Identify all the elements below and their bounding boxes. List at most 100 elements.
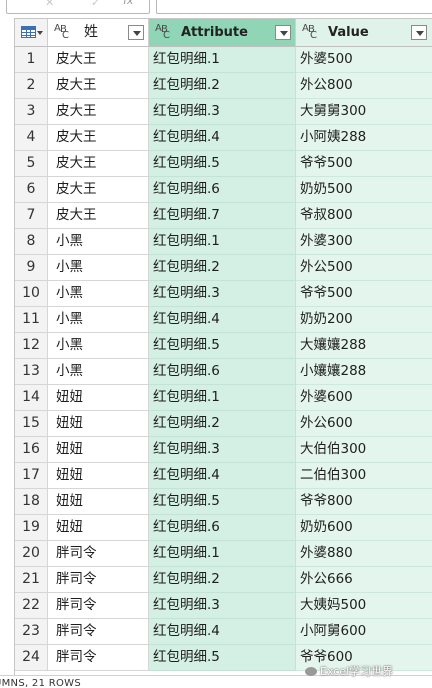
cell-value[interactable]: 外婆600 xyxy=(296,385,432,411)
table-row[interactable]: 18 妞妞 红包明细.5 爷爷800 xyxy=(15,489,432,515)
cell-xing[interactable]: 皮大王 xyxy=(48,177,149,203)
cell-attribute[interactable]: 红包明细.3 xyxy=(149,281,296,307)
table-row[interactable]: 2 皮大王 红包明细.2 外公800 xyxy=(15,73,432,99)
cell-xing[interactable]: 妞妞 xyxy=(48,437,149,463)
cell-value[interactable]: 大姨妈500 xyxy=(296,593,432,619)
cell-attribute[interactable]: 红包明细.5 xyxy=(149,489,296,515)
cell-attribute[interactable]: 红包明细.5 xyxy=(149,151,296,177)
cell-value[interactable]: 奶奶500 xyxy=(296,177,432,203)
cell-attribute[interactable]: 红包明细.1 xyxy=(149,47,296,73)
cell-attribute[interactable]: 红包明细.7 xyxy=(149,203,296,229)
cell-xing[interactable]: 小黑 xyxy=(48,229,149,255)
table-row[interactable]: 11 小黑 红包明细.4 奶奶200 xyxy=(15,307,432,333)
cell-xing[interactable]: 皮大王 xyxy=(48,125,149,151)
check-icon[interactable]: ✓ xyxy=(91,0,100,8)
table-row[interactable]: 5 皮大王 红包明细.5 爷爷500 xyxy=(15,151,432,177)
table-row[interactable]: 4 皮大王 红包明细.4 小阿姨288 xyxy=(15,125,432,151)
cell-value[interactable]: 外婆300 xyxy=(296,229,432,255)
cell-attribute[interactable]: 红包明细.3 xyxy=(149,437,296,463)
cell-attribute[interactable]: 红包明细.4 xyxy=(149,125,296,151)
table-row[interactable]: 19 妞妞 红包明细.6 奶奶600 xyxy=(15,515,432,541)
cell-xing[interactable]: 妞妞 xyxy=(48,463,149,489)
table-row[interactable]: 22 胖司令 红包明细.3 大姨妈500 xyxy=(15,593,432,619)
cell-value[interactable]: 外公800 xyxy=(296,73,432,99)
cell-value[interactable]: 外公666 xyxy=(296,567,432,593)
cell-attribute[interactable]: 红包明细.4 xyxy=(149,307,296,333)
x-icon[interactable]: ✕ xyxy=(45,0,54,8)
cell-xing[interactable]: 胖司令 xyxy=(48,541,149,567)
table-row[interactable]: 9 小黑 红包明细.2 外公500 xyxy=(15,255,432,281)
cell-xing[interactable]: 皮大王 xyxy=(48,203,149,229)
text-type-icon[interactable]: ABC xyxy=(302,23,324,41)
table-row[interactable]: 20 胖司令 红包明细.1 外婆880 xyxy=(15,541,432,567)
cell-value[interactable]: 爷叔800 xyxy=(296,203,432,229)
table-row[interactable]: 21 胖司令 红包明细.2 外公666 xyxy=(15,567,432,593)
cell-xing[interactable]: 胖司令 xyxy=(48,645,149,671)
cell-attribute[interactable]: 红包明细.3 xyxy=(149,99,296,125)
table-row[interactable]: 12 小黑 红包明细.5 大孃孃288 xyxy=(15,333,432,359)
cell-attribute[interactable]: 红包明细.2 xyxy=(149,567,296,593)
cell-value[interactable]: 爷爷500 xyxy=(296,281,432,307)
cell-attribute[interactable]: 红包明细.2 xyxy=(149,255,296,281)
cell-xing[interactable]: 皮大王 xyxy=(48,73,149,99)
cell-value[interactable]: 小孃孃288 xyxy=(296,359,432,385)
cell-value[interactable]: 奶奶600 xyxy=(296,515,432,541)
table-row[interactable]: 10 小黑 红包明细.3 爷爷500 xyxy=(15,281,432,307)
table-row[interactable]: 3 皮大王 红包明细.3 大舅舅300 xyxy=(15,99,432,125)
table-row[interactable]: 15 妞妞 红包明细.2 外公600 xyxy=(15,411,432,437)
cell-xing[interactable]: 皮大王 xyxy=(48,151,149,177)
cell-xing[interactable]: 妞妞 xyxy=(48,515,149,541)
cell-value[interactable]: 外婆880 xyxy=(296,541,432,567)
cell-value[interactable]: 爷爷500 xyxy=(296,151,432,177)
cell-attribute[interactable]: 红包明细.1 xyxy=(149,229,296,255)
cell-xing[interactable]: 小黑 xyxy=(48,359,149,385)
cell-value[interactable]: 外公500 xyxy=(296,255,432,281)
table-row[interactable]: 14 妞妞 红包明细.1 外婆600 xyxy=(15,385,432,411)
cell-xing[interactable]: 皮大王 xyxy=(48,99,149,125)
filter-dropdown-button[interactable] xyxy=(128,25,144,40)
column-header-value[interactable]: ABC Value xyxy=(296,19,432,47)
table-row[interactable]: 1 皮大王 红包明细.1 外婆500 xyxy=(15,47,432,73)
table-row[interactable]: 13 小黑 红包明细.6 小孃孃288 xyxy=(15,359,432,385)
text-type-icon[interactable]: ABC xyxy=(54,23,76,41)
cell-attribute[interactable]: 红包明细.5 xyxy=(149,333,296,359)
cell-xing[interactable]: 小黑 xyxy=(48,333,149,359)
cell-attribute[interactable]: 红包明细.2 xyxy=(149,411,296,437)
cell-value[interactable]: 大舅舅300 xyxy=(296,99,432,125)
fx-label[interactable]: fx xyxy=(123,0,133,6)
cell-value[interactable]: 小阿舅600 xyxy=(296,619,432,645)
cell-attribute[interactable]: 红包明细.2 xyxy=(149,73,296,99)
cell-value[interactable]: 大孃孃288 xyxy=(296,333,432,359)
cell-value[interactable]: 小阿姨288 xyxy=(296,125,432,151)
cell-xing[interactable]: 胖司令 xyxy=(48,619,149,645)
cell-xing[interactable]: 胖司令 xyxy=(48,567,149,593)
formula-input[interactable]: ( xyxy=(156,0,432,14)
filter-dropdown-button[interactable] xyxy=(411,25,427,40)
cell-value[interactable]: 二伯伯300 xyxy=(296,463,432,489)
cell-attribute[interactable]: 红包明细.4 xyxy=(149,619,296,645)
column-header-xing[interactable]: ABC 姓 xyxy=(48,19,149,47)
cell-xing[interactable]: 妞妞 xyxy=(48,385,149,411)
cell-attribute[interactable]: 红包明细.4 xyxy=(149,463,296,489)
cell-value[interactable]: 爷爷800 xyxy=(296,489,432,515)
cell-value[interactable]: 外婆500 xyxy=(296,47,432,73)
table-menu-button[interactable] xyxy=(15,19,48,47)
cell-xing[interactable]: 小黑 xyxy=(48,307,149,333)
table-row[interactable]: 16 妞妞 红包明细.3 大伯伯300 xyxy=(15,437,432,463)
cell-attribute[interactable]: 红包明细.5 xyxy=(149,645,296,671)
cell-xing[interactable]: 小黑 xyxy=(48,255,149,281)
cell-attribute[interactable]: 红包明细.3 xyxy=(149,593,296,619)
table-row[interactable]: 8 小黑 红包明细.1 外婆300 xyxy=(15,229,432,255)
cell-xing[interactable]: 皮大王 xyxy=(48,47,149,73)
cell-xing[interactable]: 妞妞 xyxy=(48,411,149,437)
cell-attribute[interactable]: 红包明细.6 xyxy=(149,177,296,203)
table-row[interactable]: 23 胖司令 红包明细.4 小阿舅600 xyxy=(15,619,432,645)
cell-value[interactable]: 外公600 xyxy=(296,411,432,437)
cell-attribute[interactable]: 红包明细.6 xyxy=(149,359,296,385)
cell-attribute[interactable]: 红包明细.1 xyxy=(149,385,296,411)
table-row[interactable]: 6 皮大王 红包明细.6 奶奶500 xyxy=(15,177,432,203)
cell-xing[interactable]: 小黑 xyxy=(48,281,149,307)
cell-value[interactable]: 奶奶200 xyxy=(296,307,432,333)
column-header-attribute[interactable]: ABC Attribute xyxy=(149,19,296,47)
table-row[interactable]: 7 皮大王 红包明细.7 爷叔800 xyxy=(15,203,432,229)
